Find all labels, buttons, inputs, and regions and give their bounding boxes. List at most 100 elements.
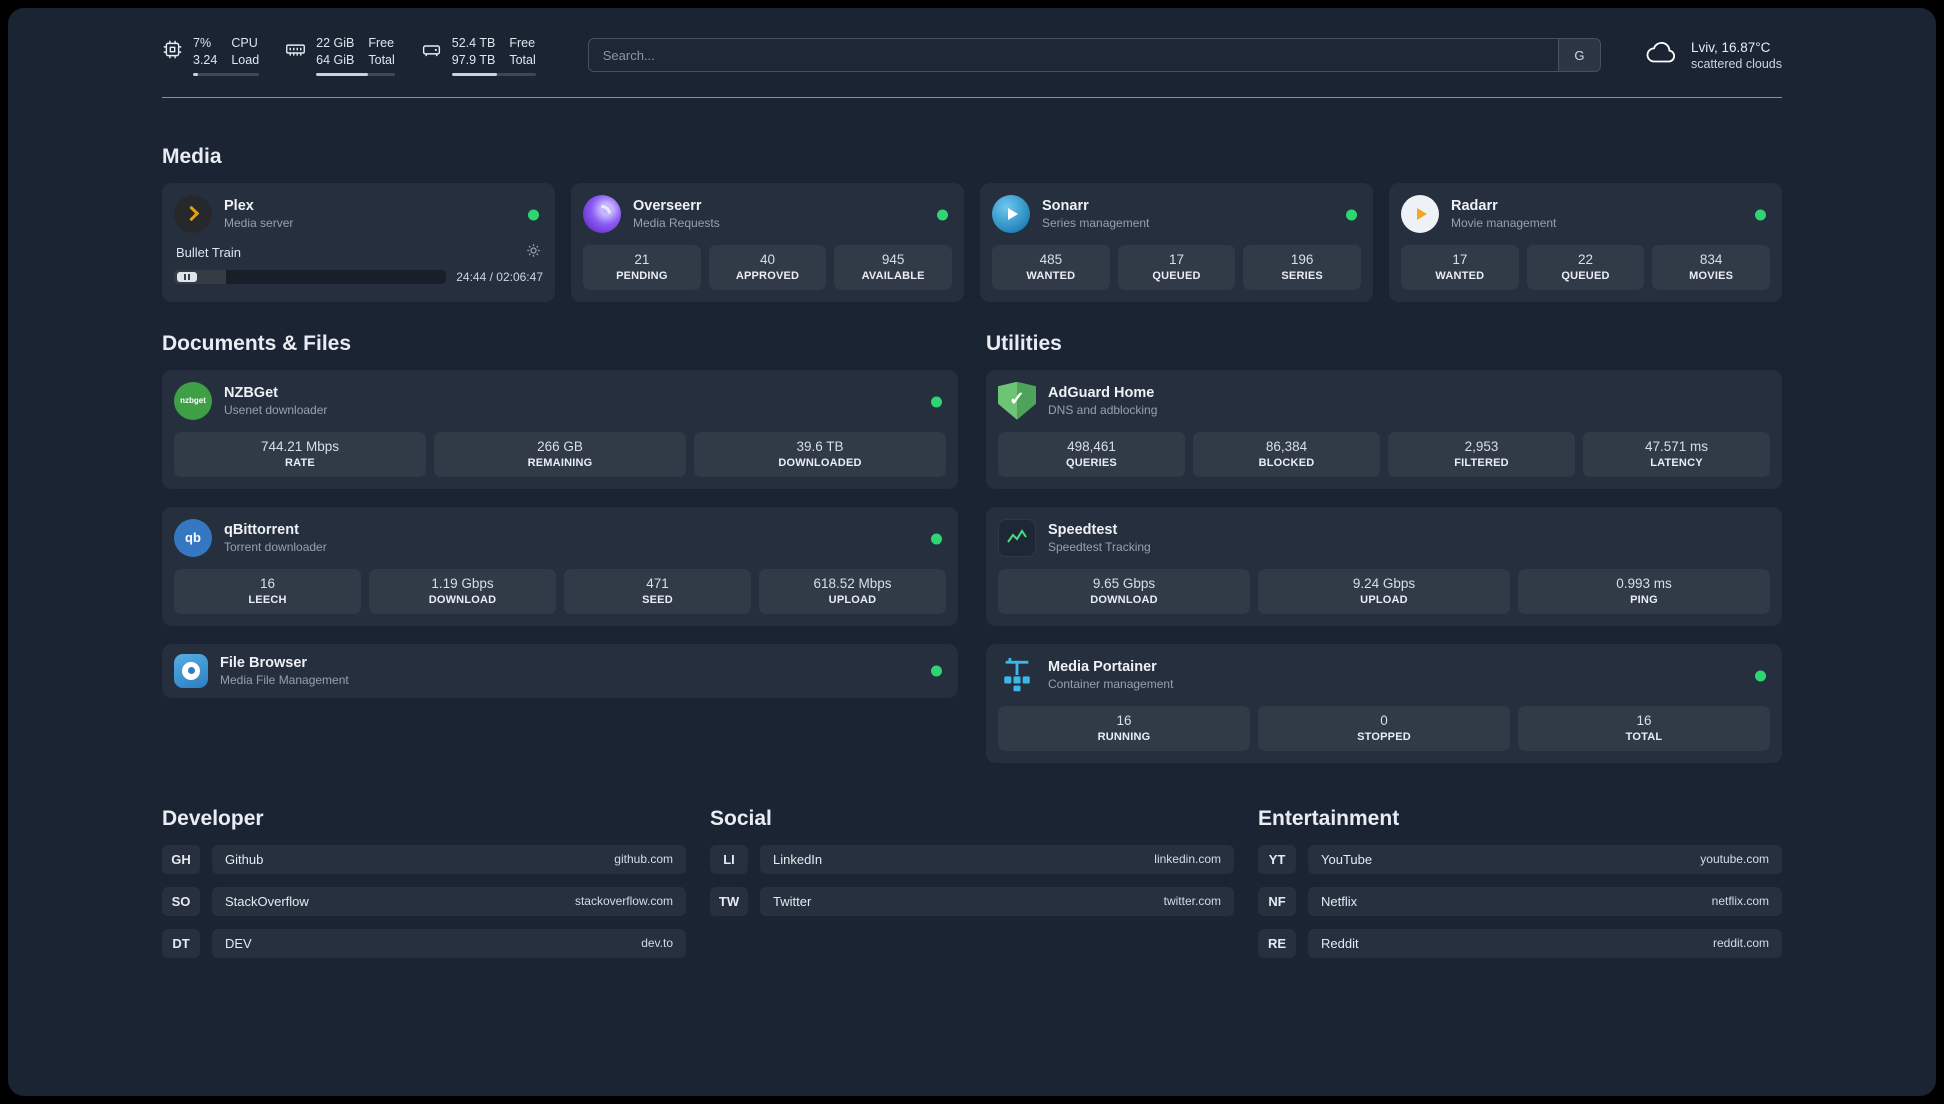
status-dot (528, 209, 539, 221)
status-dot (931, 665, 942, 677)
service-card-radarr[interactable]: Radarr Movie management 17 WANTED 22 QUEUE… (1389, 182, 1782, 302)
bookmark-stackoverflow[interactable]: SO StackOverflow stackoverflow.com (162, 886, 686, 916)
service-card-overseerr[interactable]: Overseerr Media Requests 21 PENDING 40 APP… (571, 182, 964, 302)
bookmark-netflix[interactable]: NF Netflix netflix.com (1258, 886, 1782, 916)
stat-series: 196 SERIES (1243, 244, 1362, 290)
memory-icon (285, 39, 306, 60)
service-desc: Movie management (1451, 215, 1557, 230)
bookmark-group-title: Social (710, 806, 772, 830)
stat-download: 9.65 Gbps DOWNLOAD (998, 568, 1250, 614)
stat-wanted: 485 WANTED (992, 244, 1110, 290)
service-desc: DNS and adblocking (1048, 402, 1158, 417)
stat-wanted: 17 WANTED (1401, 244, 1519, 290)
bookmark-url: netflix.com (1711, 894, 1769, 909)
bookmark-group-entertainment: Entertainment YT YouTube youtube.com NF N… (1258, 807, 1782, 971)
bookmark-linkedin[interactable]: LI LinkedIn linkedin.com (710, 844, 1234, 874)
service-name: File Browser (220, 654, 308, 671)
service-desc: Torrent downloader (224, 539, 327, 554)
status-dot (937, 209, 948, 221)
service-desc: Media Requests (633, 215, 720, 230)
stat-rate: 744.21 Mbps RATE (174, 431, 426, 477)
service-card-plex[interactable]: Plex Media server Bullet Train 24:44 / 0… (162, 182, 555, 302)
bookmark-abbr: GH (162, 844, 200, 874)
service-card-filebrowser[interactable]: File Browser Media File Management (162, 643, 958, 698)
bookmark-github[interactable]: GH Github github.com (162, 844, 686, 874)
service-desc: Usenet downloader (224, 402, 328, 417)
bookmark-name: DEV (225, 935, 252, 951)
search-engine-button[interactable]: G (1557, 39, 1600, 72)
disk-widget: 52.4 TB 97.9 TB Free Total (421, 35, 536, 76)
stat-seed: 471 SEED (564, 568, 751, 614)
disk-free-label: Free (509, 36, 536, 50)
bookmark-url: github.com (614, 852, 673, 867)
service-name: Media Portainer (1048, 658, 1157, 675)
stat-queued: 17 QUEUED (1117, 244, 1236, 290)
bookmark-abbr: DT (162, 928, 200, 958)
stat-movies: 834 MOVIES (1652, 244, 1771, 290)
service-desc: Media File Management (220, 672, 349, 687)
bookmark-twitter[interactable]: TW Twitter twitter.com (710, 886, 1234, 916)
playback-progress-bar[interactable] (174, 269, 447, 284)
service-name: Plex (224, 197, 254, 214)
search-input[interactable] (588, 39, 1558, 72)
cpu-label: CPU (231, 36, 258, 50)
bookmark-name: Twitter (773, 893, 812, 909)
service-desc: Speedtest Tracking (1048, 539, 1151, 554)
section-media: Media Plex Media server Bullet Train 24:… (162, 145, 1782, 302)
bookmark-reddit[interactable]: RE Reddit reddit.com (1258, 928, 1782, 958)
disk-free-value: 52.4 TB (451, 36, 496, 50)
service-name: Speedtest (1048, 521, 1118, 538)
status-dot (931, 533, 942, 545)
status-dot (931, 396, 942, 408)
stat-latency: 47.571 ms LATENCY (1583, 431, 1770, 477)
filebrowser-icon (174, 653, 208, 688)
bookmark-abbr: YT (1258, 844, 1296, 874)
bookmark-url: youtube.com (1700, 852, 1769, 867)
section-documents: Documents & Files nzbget NZBGet Usenet d… (162, 332, 958, 698)
service-desc: Container management (1048, 676, 1174, 691)
stat-queries: 498,461 QUERIES (998, 431, 1185, 477)
status-dot (1755, 209, 1766, 221)
service-card-qbittorrent[interactable]: qb qBittorrent Torrent downloader 16 LEEC… (162, 506, 958, 626)
gear-icon[interactable] (526, 243, 541, 263)
cloud-icon (1645, 40, 1679, 71)
bookmark-youtube[interactable]: YT YouTube youtube.com (1258, 844, 1782, 874)
bookmark-dev[interactable]: DT DEV dev.to (162, 928, 686, 958)
service-card-portainer[interactable]: Media Portainer Container management 16 R… (986, 643, 1782, 763)
bookmark-url: stackoverflow.com (574, 894, 673, 909)
section-title-utilities: Utilities (986, 331, 1062, 355)
plex-icon (174, 194, 212, 233)
memory-free-value: 22 GiB (316, 36, 355, 50)
bookmark-name: StackOverflow (225, 893, 309, 909)
service-card-sonarr[interactable]: Sonarr Series management 485 WANTED 17 QUE… (980, 182, 1373, 302)
stat-running: 16 RUNNING (998, 705, 1250, 751)
pause-button[interactable] (177, 271, 197, 282)
bookmark-name: Netflix (1321, 893, 1358, 909)
service-card-speedtest[interactable]: Speedtest Speedtest Tracking 9.65 Gbps DO… (986, 506, 1782, 626)
radarr-icon (1401, 194, 1439, 233)
status-dot (1755, 670, 1766, 682)
stat-leech: 16 LEECH (174, 568, 361, 614)
cpu-widget: 7% 3.24 CPU Load (162, 35, 260, 76)
service-desc: Media server (224, 215, 294, 230)
stat-available: 945 AVAILABLE (834, 244, 953, 290)
cpu-load-value: 3.24 (193, 52, 218, 67)
service-card-nzbget[interactable]: nzbget NZBGet Usenet downloader 744.21 M… (162, 369, 958, 489)
section-title-documents: Documents & Files (162, 331, 352, 355)
disk-icon (421, 39, 442, 60)
memory-total-value: 64 GiB (316, 52, 355, 67)
service-card-adguard[interactable]: ✓ AdGuard Home DNS and adblocking 498,46… (986, 369, 1782, 489)
nzbget-icon: nzbget (174, 381, 212, 420)
stat-remaining: 266 GB REMAINING (434, 431, 686, 477)
bookmark-group-social: Social LI LinkedIn linkedin.com TW Twitte… (710, 807, 1234, 929)
adguard-icon: ✓ (998, 381, 1036, 420)
stat-blocked: 86,384 BLOCKED (1193, 431, 1380, 477)
memory-total-label: Total (368, 52, 395, 67)
qbittorrent-icon: qb (174, 518, 212, 557)
bookmark-url: twitter.com (1163, 894, 1221, 909)
cpu-percent: 7% (193, 36, 212, 50)
service-name: Overseerr (633, 197, 702, 214)
bookmark-abbr: SO (162, 886, 200, 916)
playback-time: 24:44 / 02:06:47 (456, 269, 543, 284)
section-utilities: Utilities ✓ AdGuard Home DNS and adblock… (986, 332, 1782, 763)
